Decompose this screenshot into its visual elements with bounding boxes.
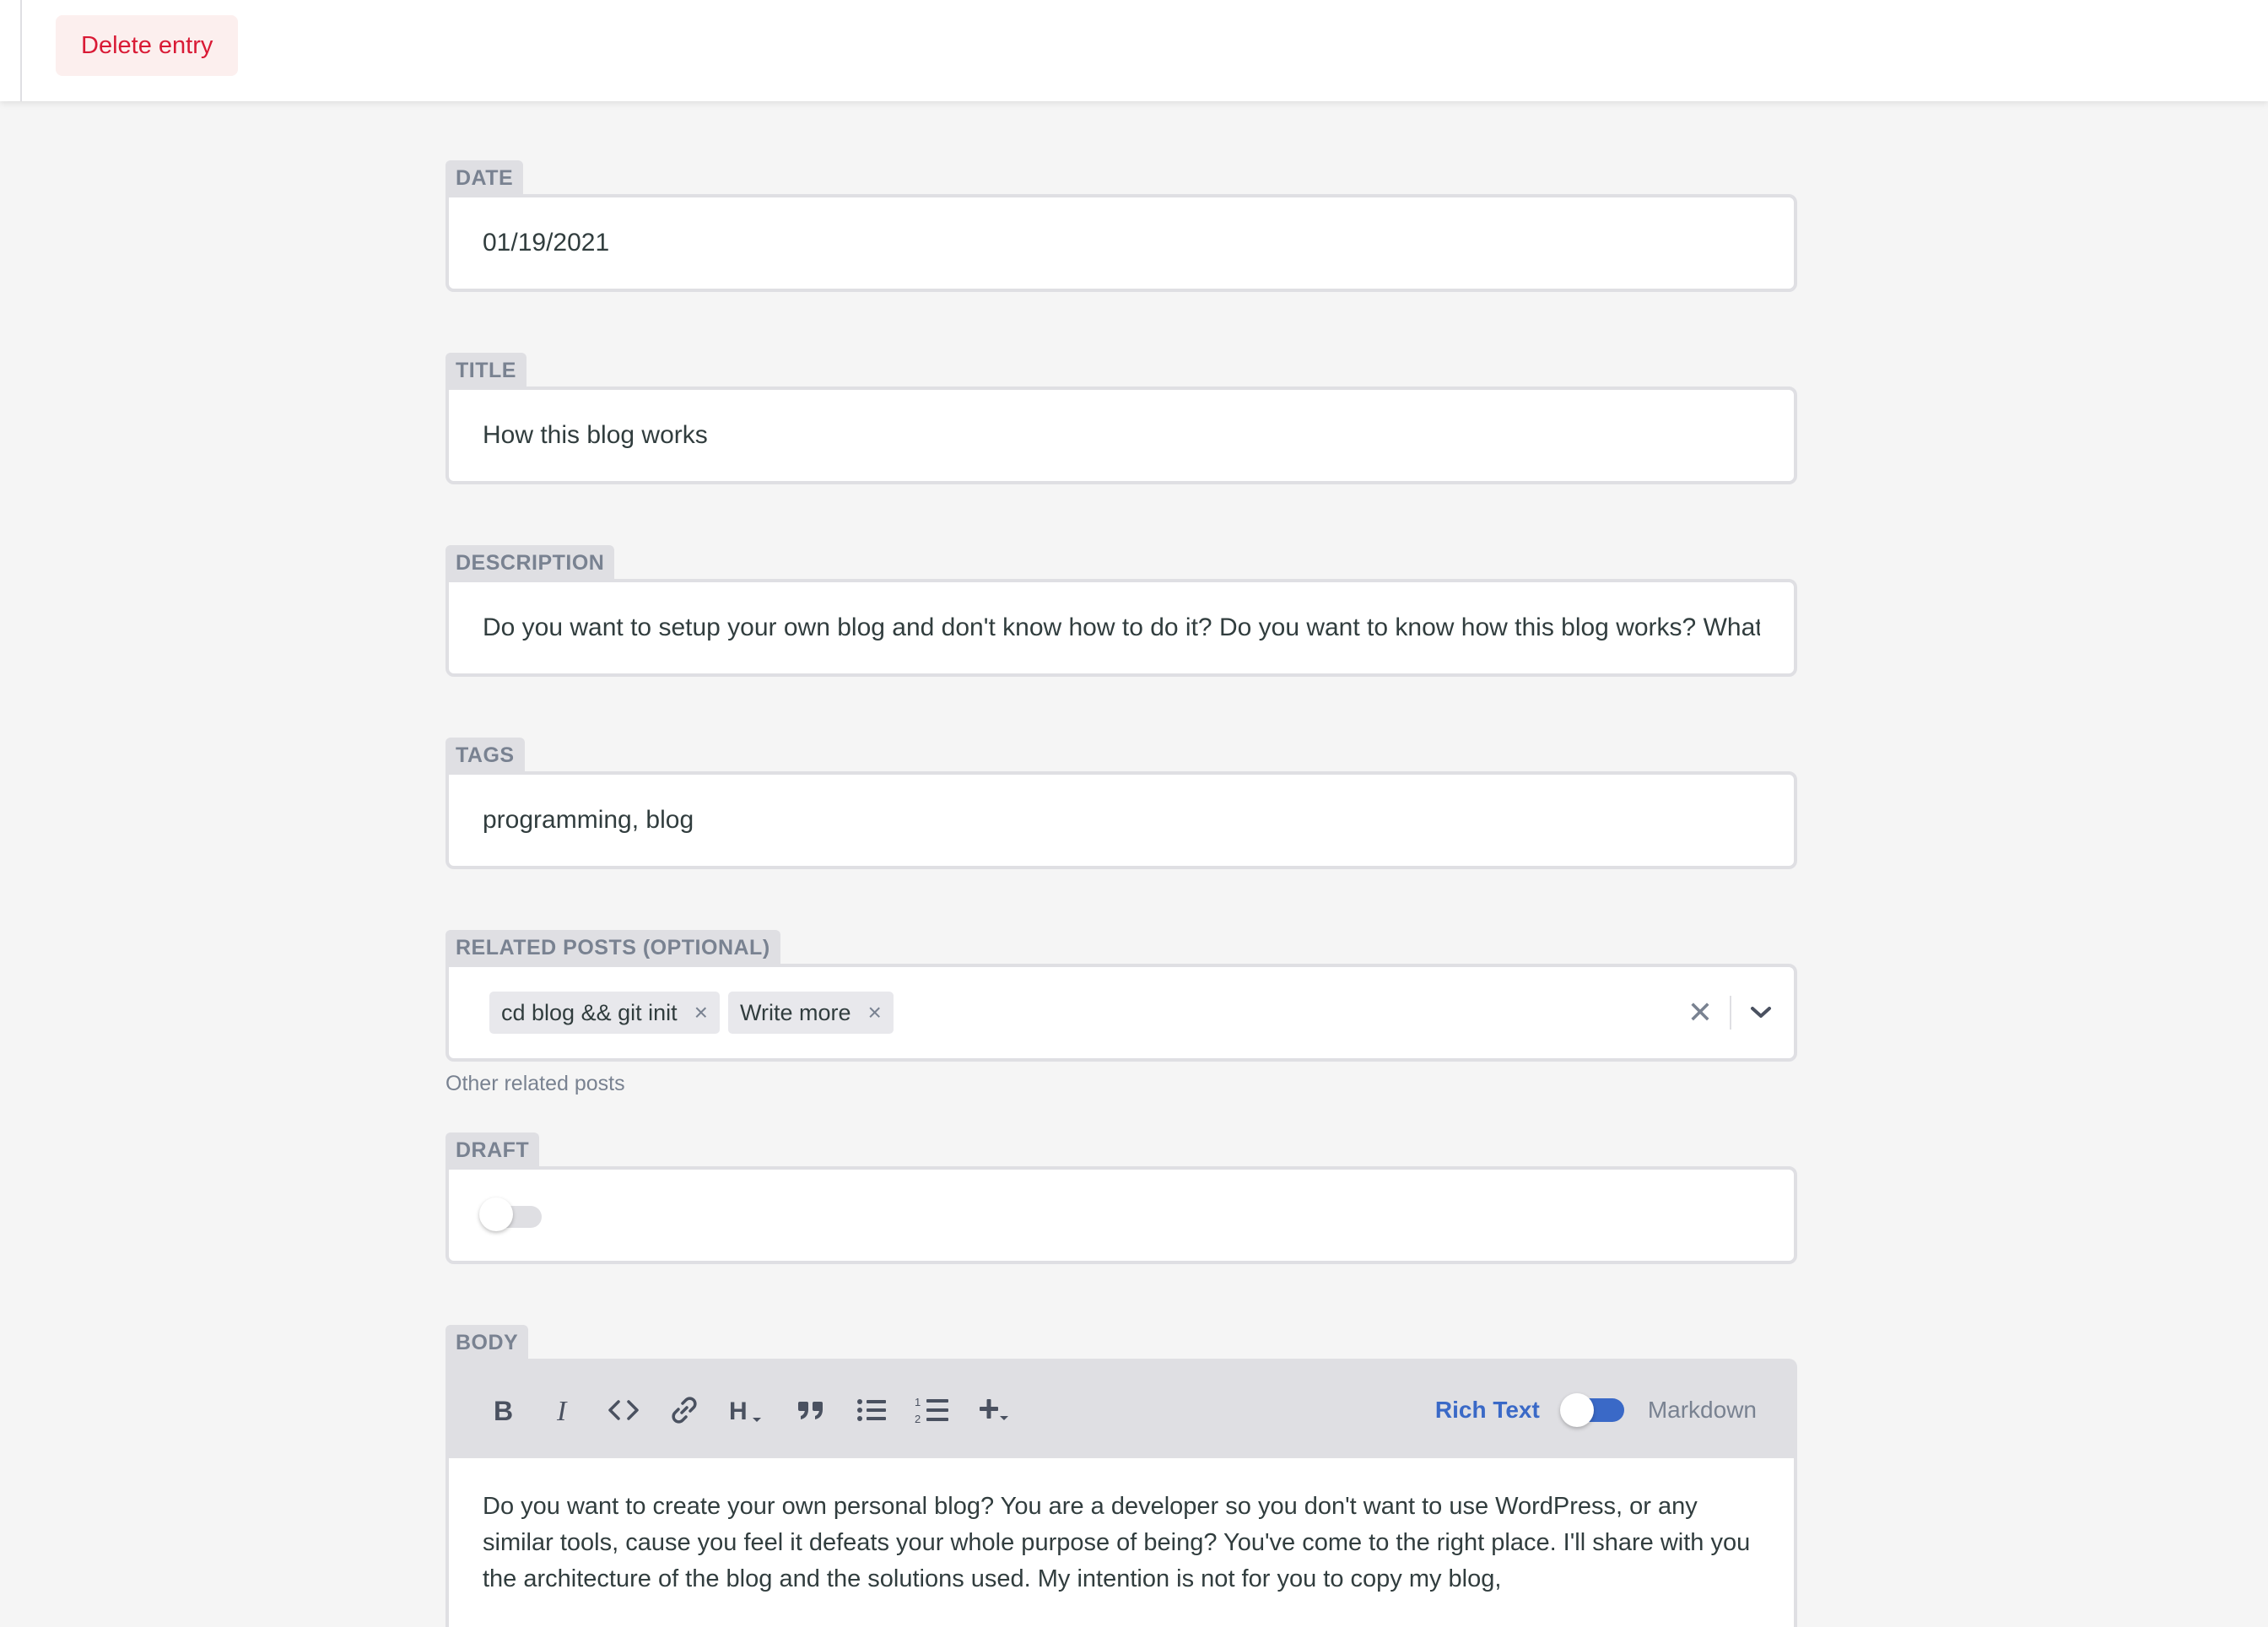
body-label: BODY [446, 1325, 529, 1359]
add-component-icon[interactable] [974, 1391, 1018, 1430]
title-field: TITLE [446, 353, 1797, 484]
tags-label: TAGS [446, 738, 525, 771]
related-post-chip: Write more × [727, 992, 894, 1034]
title-input[interactable] [483, 421, 1760, 450]
description-field: DESCRIPTION [446, 545, 1797, 677]
tags-input[interactable] [483, 806, 1760, 835]
numbered-list-icon[interactable]: 12 [913, 1391, 952, 1430]
body-editor: B I H 1 2 Rich Text Markdown Do you want… [446, 1359, 1797, 1627]
draft-label: DRAFT [446, 1132, 540, 1166]
svg-text:H: H [729, 1397, 748, 1424]
code-icon[interactable] [604, 1391, 643, 1430]
chip-label: Write more [739, 999, 851, 1025]
editor-topbar: Delete entry [0, 0, 2268, 101]
chip-remove-icon[interactable]: × [868, 999, 882, 1026]
body-field: BODY B I H 1 2 Rich Text Markdown Do you… [446, 1325, 1797, 1627]
description-label: DESCRIPTION [446, 545, 615, 579]
description-control [446, 579, 1797, 677]
svg-text:B: B [494, 1397, 513, 1424]
draft-field: DRAFT [446, 1132, 1797, 1264]
body-content[interactable]: Do you want to create your own personal … [449, 1458, 1794, 1627]
entry-form: DATE TITLE DESCRIPTION TAGS RELATED POST… [446, 160, 1797, 1627]
draft-toggle[interactable] [479, 1197, 543, 1231]
related-posts-chips: cd blog && git init × Write more × [486, 992, 1671, 1034]
italic-icon[interactable]: I [543, 1391, 582, 1430]
svg-text:2: 2 [915, 1413, 921, 1424]
draft-control [446, 1166, 1797, 1264]
date-field: DATE [446, 160, 1797, 292]
topbar-divider [20, 0, 22, 101]
related-posts-label: RELATED POSTS (OPTIONAL) [446, 930, 780, 964]
tags-control [446, 771, 1797, 869]
svg-text:1: 1 [915, 1396, 921, 1408]
clear-all-icon[interactable]: ✕ [1671, 995, 1730, 1030]
heading-icon[interactable]: H [726, 1391, 770, 1430]
title-label: TITLE [446, 353, 526, 386]
mode-toggle-knob [1559, 1393, 1594, 1427]
related-post-chip: cd blog && git init × [489, 992, 720, 1034]
bulleted-list-icon[interactable] [852, 1391, 891, 1430]
description-input[interactable] [483, 614, 1760, 642]
quote-icon[interactable] [791, 1391, 830, 1430]
date-input[interactable] [483, 229, 1760, 257]
markdown-mode-label[interactable]: Markdown [1648, 1397, 1757, 1424]
link-icon[interactable] [665, 1391, 704, 1430]
related-posts-select[interactable]: cd blog && git init × Write more × ✕ [446, 964, 1797, 1062]
date-control [446, 194, 1797, 292]
chevron-down-icon[interactable] [1731, 1006, 1772, 1019]
svg-text:I: I [556, 1397, 568, 1424]
select-indicators: ✕ [1671, 995, 1772, 1030]
rich-text-mode-label[interactable]: Rich Text [1435, 1397, 1540, 1424]
related-posts-hint: Other related posts [446, 1072, 625, 1095]
editor-mode-toggle[interactable] [1559, 1393, 1628, 1427]
tags-field: TAGS [446, 738, 1797, 869]
toggle-knob [479, 1197, 513, 1231]
bold-icon[interactable]: B [483, 1391, 521, 1430]
related-posts-field: RELATED POSTS (OPTIONAL) cd blog && git … [446, 930, 1797, 1105]
editor-toolbar: B I H 1 2 Rich Text Markdown [449, 1362, 1794, 1458]
date-label: DATE [446, 160, 524, 194]
chip-label: cd blog && git init [501, 999, 678, 1025]
chip-remove-icon[interactable]: × [694, 999, 708, 1026]
delete-entry-button[interactable]: Delete entry [56, 15, 239, 76]
title-control [446, 386, 1797, 484]
